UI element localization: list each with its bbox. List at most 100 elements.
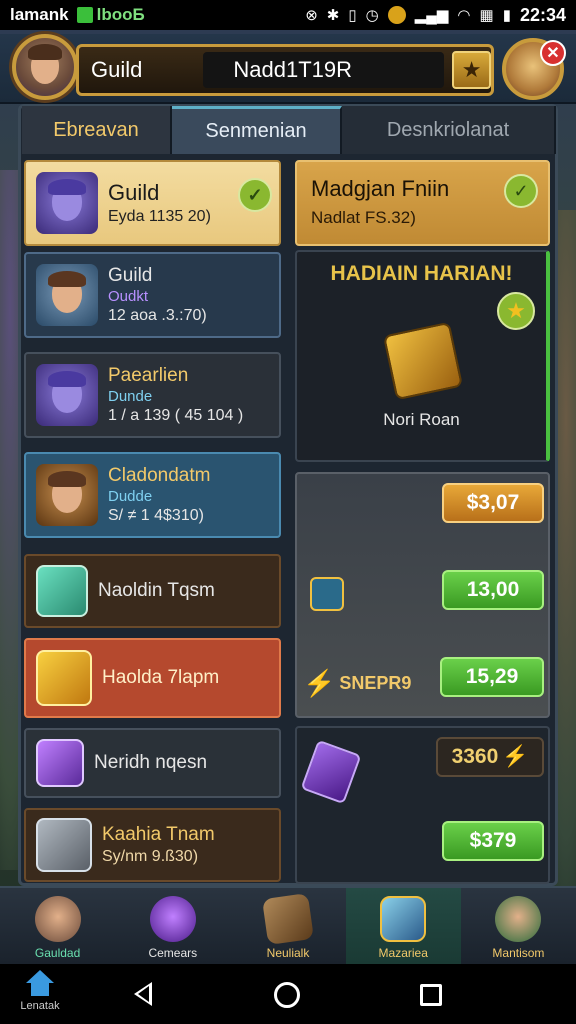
nav-neulialk[interactable]: Neulialk bbox=[230, 888, 345, 964]
guild-item-sub: Oudkt bbox=[108, 287, 149, 305]
nav-mazariea[interactable]: Mazariea bbox=[345, 888, 461, 964]
home-button-icon[interactable] bbox=[274, 982, 300, 1008]
recents-icon[interactable] bbox=[420, 984, 442, 1006]
nav-label: Cemears bbox=[148, 946, 198, 960]
green-gem-icon bbox=[36, 565, 88, 617]
guild-item-name: Paearlien bbox=[108, 364, 189, 386]
portrait-face bbox=[48, 179, 86, 221]
guild-name-field[interactable]: Nadd1T19R bbox=[203, 52, 445, 88]
launcher-label: Lenatak bbox=[20, 1000, 60, 1012]
vibrate-icon: ▯ bbox=[348, 7, 357, 24]
energy-row: ⚡ SNEPR9 bbox=[303, 668, 411, 699]
app-indicator-label: lbooБ bbox=[96, 5, 145, 24]
star-icon: ★ bbox=[461, 57, 482, 82]
nav-label: Neulialk bbox=[266, 946, 310, 960]
price-button[interactable]: $3,07 bbox=[442, 483, 544, 523]
scroll-icon bbox=[262, 893, 314, 945]
guild-item-name: Guild bbox=[108, 264, 153, 286]
guild-item-name: Kaahia Tnam bbox=[102, 824, 215, 846]
close-icon[interactable]: ✕ bbox=[540, 40, 566, 66]
app-indicator: lbooБ bbox=[76, 5, 145, 25]
coin-icon bbox=[387, 6, 406, 24]
check-icon: ✓ bbox=[504, 174, 538, 208]
selected-guild-sub: Nadlat FS.32) bbox=[311, 208, 416, 227]
nav-label: Mantisom bbox=[492, 946, 545, 960]
energy-label: SNEPR9 bbox=[339, 673, 412, 693]
guild-portrait-icon bbox=[36, 172, 98, 234]
guild-item-stat: Sy/nm 9.ß30) bbox=[102, 847, 199, 865]
purple-gem-icon bbox=[36, 739, 84, 787]
lightning-icon: ⚡ bbox=[502, 745, 529, 768]
nav-label: Gauldad bbox=[34, 946, 81, 960]
price-button[interactable]: 13,00 bbox=[442, 570, 544, 610]
back-icon[interactable] bbox=[134, 982, 152, 1006]
launcher-shortcut[interactable]: Lenatak bbox=[8, 970, 72, 1020]
player-avatar[interactable] bbox=[12, 34, 78, 100]
player-face bbox=[28, 44, 62, 84]
star-icon: ★ bbox=[497, 292, 535, 330]
check-icon: ✓ bbox=[238, 178, 272, 212]
price-button[interactable]: 3360 ⚡ bbox=[436, 737, 544, 777]
guild-portrait-icon bbox=[36, 464, 98, 526]
hero-portrait-icon bbox=[34, 896, 81, 942]
guild-list-item[interactable]: Neridh nqesn bbox=[24, 728, 281, 798]
guild-item-name: Guild bbox=[108, 180, 160, 206]
guild-item-sub: Dunde bbox=[108, 387, 153, 405]
guild-name-text: Nadd1T19R bbox=[233, 57, 353, 82]
guild-item-name: Haolda 7lapm bbox=[102, 667, 220, 689]
wifi-icon: ◠ bbox=[457, 7, 471, 24]
tab-ebreavan[interactable]: Ebreavan bbox=[22, 106, 172, 154]
portrait-face bbox=[48, 471, 86, 513]
alarm-icon: ◷ bbox=[365, 7, 379, 24]
guild-list-item[interactable]: Kaahia Tnam Sy/nm 9.ß30) bbox=[24, 808, 281, 882]
price-button[interactable]: $379 bbox=[442, 821, 544, 861]
bluetooth-icon: ✱ bbox=[326, 7, 340, 24]
shop-item-icon bbox=[310, 577, 344, 611]
price-button[interactable]: 15,29 bbox=[440, 657, 544, 697]
guild-item-name: Cladondatm bbox=[108, 464, 211, 486]
guild-item-stat: Eyda 1135 20) bbox=[108, 207, 211, 225]
guild-list-item[interactable]: Guild Oudkt 12 aoa .3.:70) bbox=[24, 252, 281, 338]
gold-item-icon bbox=[382, 321, 464, 401]
tab-desnkriolanat[interactable]: Desnkriolanat bbox=[342, 106, 556, 154]
nav-mantisom[interactable]: Mantisom bbox=[461, 888, 576, 964]
price-value: 3360 bbox=[451, 745, 499, 768]
portrait-face bbox=[48, 271, 86, 313]
sim-icon: ▦ bbox=[479, 7, 494, 24]
crystal-icon bbox=[380, 896, 427, 942]
guild-item-name: Naoldin Tqsm bbox=[98, 580, 215, 602]
guild-portrait-icon bbox=[36, 364, 98, 426]
lightning-icon: ⚡ bbox=[303, 668, 336, 698]
tab-bar: Ebreavan Senmenian Desnkriolanat bbox=[22, 106, 556, 154]
app-notification-icon bbox=[76, 7, 93, 23]
bottom-nav: Gauldad Cemears Neulialk Mazariea Mantis… bbox=[0, 886, 576, 964]
status-bar: lamank lbooБ ⊗ ✱ ▯ ◷ ▂▄▆ ◠ ▦ ▮ 22:34 bbox=[0, 0, 576, 30]
favorite-star-button[interactable]: ★ bbox=[452, 51, 491, 89]
guild-list-item[interactable]: Haolda 7lapm bbox=[24, 638, 281, 718]
guild-item-name: Neridh nqesn bbox=[94, 752, 208, 774]
guild-list-item[interactable]: Naoldin Tqsm bbox=[24, 554, 281, 628]
guild-name-bar: Guild Nadd1T19R ★ bbox=[76, 44, 494, 96]
notification-icon: ⊗ bbox=[305, 7, 318, 24]
home-icon bbox=[25, 970, 55, 998]
guild-label: Guild bbox=[91, 57, 143, 82]
carrier-label: lamank bbox=[10, 5, 69, 24]
nav-cemears[interactable]: Cemears bbox=[115, 888, 230, 964]
helmet-icon bbox=[149, 896, 196, 942]
guild-item-stat: 12 aoa .3.:70) bbox=[108, 307, 207, 325]
portrait-face bbox=[48, 371, 86, 413]
gold-crest-icon bbox=[36, 650, 92, 706]
guild-list-item[interactable]: Cladondatm Dudde S/ ≠ 1 4$310) bbox=[24, 452, 281, 538]
nav-label: Mazariea bbox=[378, 946, 428, 960]
tab-senmenian[interactable]: Senmenian bbox=[172, 106, 342, 154]
nav-gauldad[interactable]: Gauldad bbox=[0, 888, 115, 964]
guild-item-stat: S/ ≠ 1 4$310) bbox=[108, 507, 204, 525]
signal-icon: ▂▄▆ bbox=[414, 7, 449, 24]
daily-feature-item-name: Nori Roan bbox=[383, 410, 460, 429]
guild-item-stat: 1 / a 139 ( 45 104 ) bbox=[108, 407, 244, 425]
guild-portrait-icon bbox=[36, 264, 98, 326]
guild-item-sub: Dudde bbox=[108, 487, 153, 505]
status-time: 22:34 bbox=[519, 4, 566, 25]
guild-list-item[interactable]: Paearlien Dunde 1 / a 139 ( 45 104 ) bbox=[24, 352, 281, 438]
daily-feature-card[interactable]: HADIAIN HARIAN! ★ Nori Roan bbox=[295, 250, 550, 462]
